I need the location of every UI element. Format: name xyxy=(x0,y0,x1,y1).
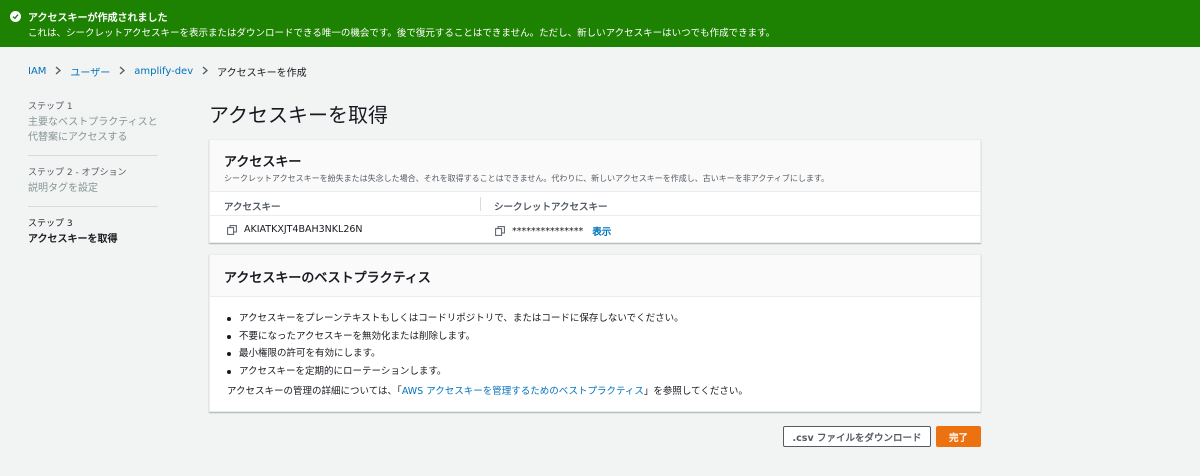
note-suffix: 」を参照してください。 xyxy=(643,386,748,397)
column-header-access-key: アクセスキー xyxy=(224,202,281,213)
breadcrumb-user[interactable]: amplify-dev xyxy=(134,66,193,77)
access-key-cell: AKIATKXJT4BAH3NKL26N xyxy=(227,224,363,235)
chevron-right-icon xyxy=(55,66,62,78)
divider xyxy=(28,155,158,156)
banner-message: これは、シークレットアクセスキーを表示またはダウンロードできる唯一の機会です。後… xyxy=(28,28,776,39)
best-practices-list: アクセスキーをプレーンテキストもしくはコードリポジトリで、またはコードに保存しな… xyxy=(210,297,980,380)
step-label: ステップ 2 - オプション xyxy=(28,168,127,178)
step-3: ステップ 3 アクセスキーを取得 xyxy=(28,217,158,247)
step-text: 説明タグを設定 xyxy=(28,183,98,194)
step-text: 主要なベストプラクティスと代替案にアクセスする xyxy=(28,117,158,143)
success-check-icon xyxy=(10,11,21,22)
copy-icon[interactable] xyxy=(227,224,237,235)
list-item: アクセスキーをプレーンテキストもしくはコードリポジトリで、またはコードに保存しな… xyxy=(227,310,980,328)
step-2[interactable]: ステップ 2 - オプション 説明タグを設定 xyxy=(28,166,158,196)
banner-title: アクセスキーが作成されました xyxy=(28,13,168,24)
breadcrumb-iam[interactable]: IAM xyxy=(28,66,46,77)
secret-key-cell: *************** 表示 xyxy=(495,224,611,238)
secret-key-masked: *************** xyxy=(512,225,584,237)
card-header: アクセスキー シークレットアクセスキーを紛失または失念した場合、それを取得するこ… xyxy=(210,140,980,192)
breadcrumb: IAM ユーザー amplify-dev アクセスキーを作成 xyxy=(28,64,307,79)
best-practices-note: アクセスキーの管理の詳細については、「AWS アクセスキーを管理するためのベスト… xyxy=(210,380,980,397)
card-description: シークレットアクセスキーを紛失または失念した場合、それを取得することはできません… xyxy=(224,174,830,183)
note-prefix: アクセスキーの管理の詳細については、「 xyxy=(227,386,402,397)
wizard-steps: ステップ 1 主要なベストプラクティスと代替案にアクセスする ステップ 2 - … xyxy=(28,100,158,247)
download-csv-button[interactable]: .csv ファイルをダウンロード xyxy=(783,426,931,447)
access-key-card: アクセスキー シークレットアクセスキーを紛失または失念した場合、それを取得するこ… xyxy=(209,139,981,243)
show-secret-link[interactable]: 表示 xyxy=(592,224,611,238)
chevron-right-icon xyxy=(119,66,126,78)
list-item: 最小権限の許可を有効にします。 xyxy=(227,345,980,363)
column-header-secret-key: シークレットアクセスキー xyxy=(494,202,608,213)
step-label: ステップ 3 xyxy=(28,219,73,229)
breadcrumb-current: アクセスキーを作成 xyxy=(217,68,307,79)
card-title: アクセスキーのベストプラクティス xyxy=(224,271,431,286)
column-headers: アクセスキー シークレットアクセスキー xyxy=(210,192,980,216)
breadcrumb-users[interactable]: ユーザー xyxy=(70,64,110,79)
list-item: アクセスキーを定期的にローテーションします。 xyxy=(227,363,980,381)
column-divider xyxy=(480,197,481,211)
divider xyxy=(28,206,158,207)
done-button[interactable]: 完了 xyxy=(936,426,981,447)
chevron-right-icon xyxy=(202,66,209,78)
step-text: アクセスキーを取得 xyxy=(28,234,118,245)
key-values-row: AKIATKXJT4BAH3NKL26N *************** 表示 xyxy=(210,216,980,243)
list-item: 不要になったアクセスキーを無効化または削除します。 xyxy=(227,328,980,346)
step-label: ステップ 1 xyxy=(28,102,73,112)
copy-icon[interactable] xyxy=(495,226,505,236)
page-title: アクセスキーを取得 xyxy=(209,103,388,127)
card-header: アクセスキーのベストプラクティス xyxy=(210,255,980,297)
best-practices-card: アクセスキーのベストプラクティス アクセスキーをプレーンテキストもしくはコードリ… xyxy=(209,254,981,412)
best-practices-link[interactable]: AWS アクセスキーを管理するためのベストプラクティス xyxy=(402,386,644,397)
step-1[interactable]: ステップ 1 主要なベストプラクティスと代替案にアクセスする xyxy=(28,100,158,145)
card-title: アクセスキー xyxy=(224,155,302,170)
access-key-value: AKIATKXJT4BAH3NKL26N xyxy=(244,224,363,235)
success-banner: アクセスキーが作成されました これは、シークレットアクセスキーを表示またはダウン… xyxy=(0,0,1200,47)
